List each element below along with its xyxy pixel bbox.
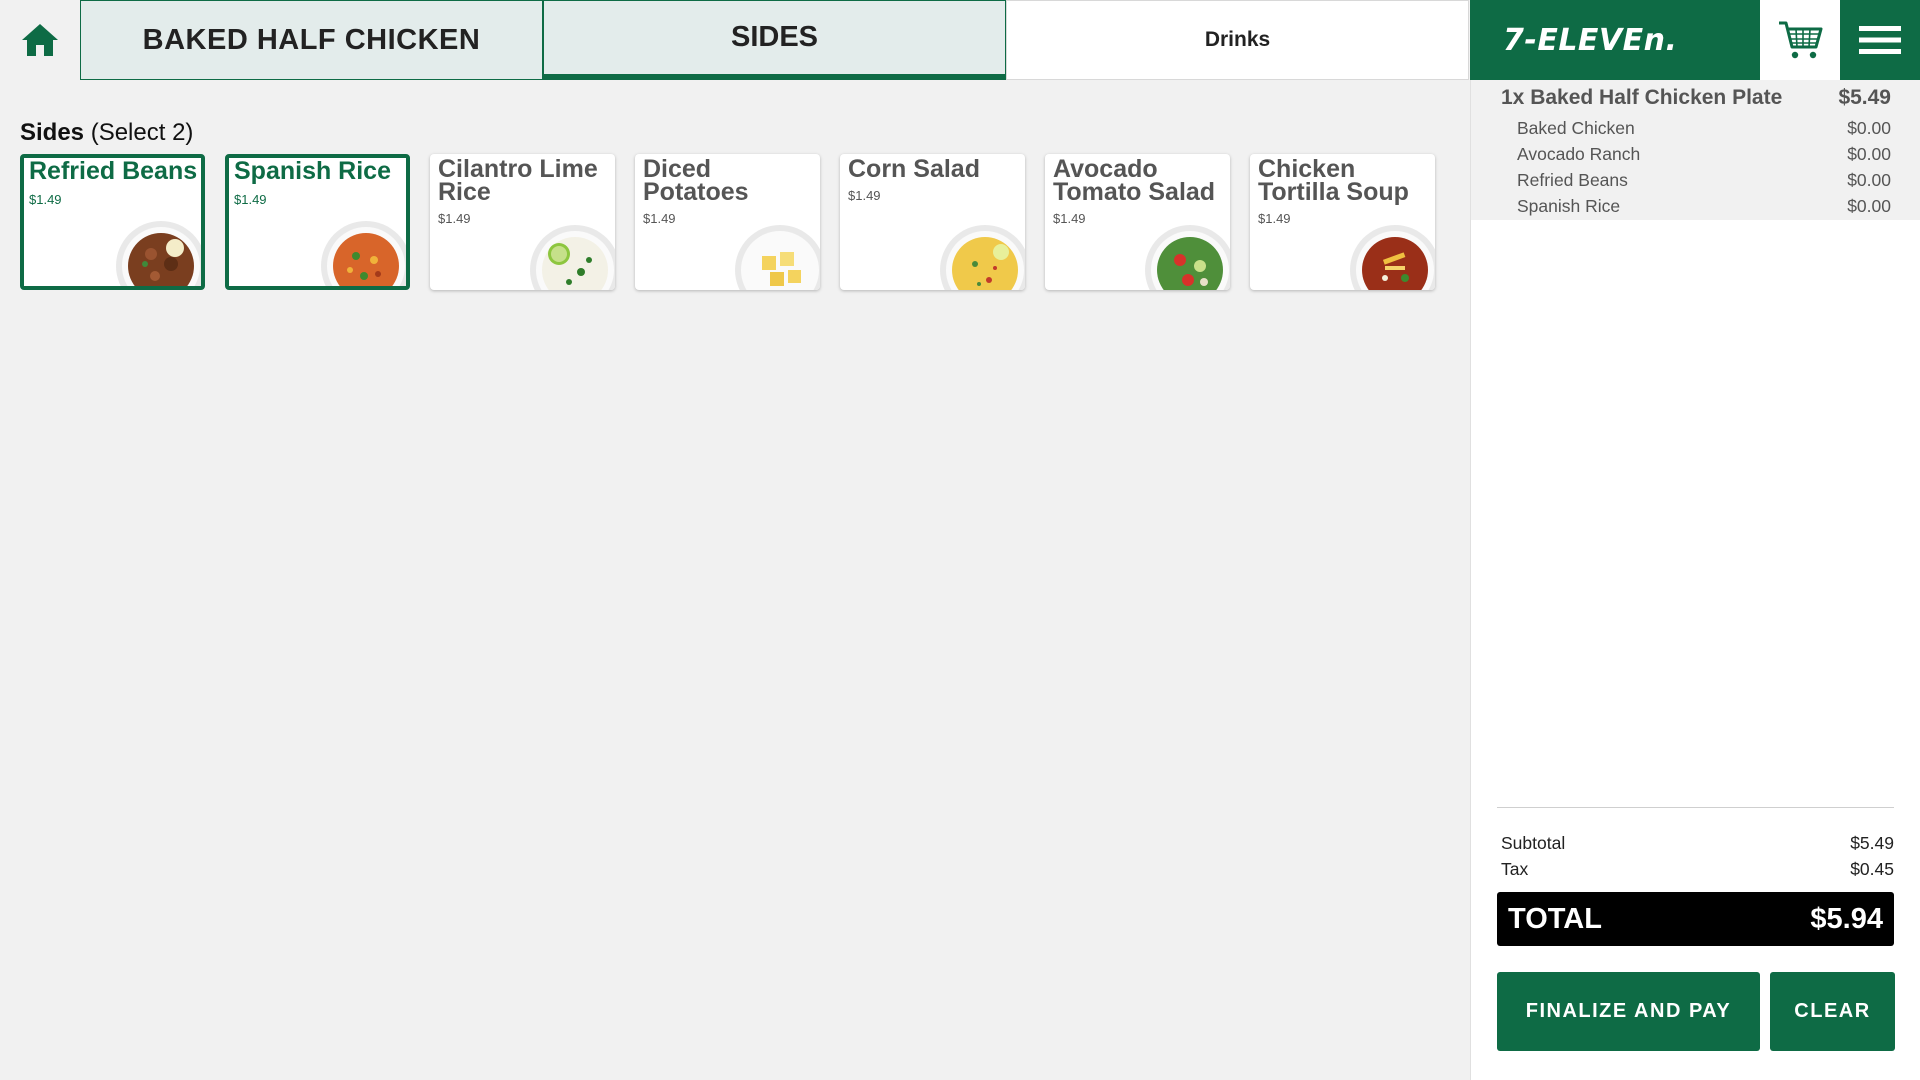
modifier-price: $0.00 bbox=[1847, 118, 1891, 138]
item-card-chicken-tortilla-soup[interactable]: Chicken Tortilla Soup $1.49 bbox=[1250, 154, 1435, 290]
item-name: Spanish Rice bbox=[234, 157, 391, 185]
tab-label: SIDES bbox=[730, 21, 819, 53]
item-price: $1.49 bbox=[643, 211, 676, 226]
home-button[interactable] bbox=[0, 0, 80, 80]
item-price: $1.49 bbox=[848, 188, 881, 203]
modifier-price: $0.00 bbox=[1847, 144, 1891, 164]
total-value: $5.94 bbox=[1810, 902, 1883, 935]
modifier-price: $0.00 bbox=[1847, 196, 1891, 216]
order-modifier: Refried Beans $0.00 bbox=[1501, 170, 1891, 191]
tax-row: Tax $0.45 bbox=[1501, 859, 1894, 880]
item-name: Avocado Tomato Salad bbox=[1053, 155, 1216, 206]
item-price: $1.49 bbox=[29, 192, 62, 207]
item-name: Refried Beans bbox=[29, 157, 198, 185]
modifier-label: Spanish Rice bbox=[1517, 196, 1621, 216]
order-panel: 1x Baked Half Chicken Plate $5.49 Baked … bbox=[1470, 80, 1920, 1080]
subtotal-value: $5.49 bbox=[1850, 833, 1894, 853]
order-item-label: 1x Baked Half Chicken Plate bbox=[1501, 86, 1783, 109]
order-item-main[interactable]: 1x Baked Half Chicken Plate $5.49 bbox=[1501, 86, 1891, 110]
section-hint: (Select 2) bbox=[90, 119, 194, 146]
tab-label: BAKED HALF CHICKEN bbox=[142, 23, 481, 56]
subtotal-label: Subtotal bbox=[1501, 833, 1566, 853]
home-icon bbox=[22, 24, 58, 56]
item-name: Chicken Tortilla Soup bbox=[1258, 155, 1409, 206]
item-price: $1.49 bbox=[438, 211, 471, 226]
clear-label: CLEAR bbox=[1794, 1000, 1871, 1022]
diced-potatoes-image bbox=[735, 225, 820, 290]
modifier-label: Refried Beans bbox=[1517, 170, 1628, 190]
cart-icon bbox=[1779, 21, 1823, 59]
cart-button[interactable] bbox=[1760, 0, 1840, 80]
item-card-avocado-tomato-salad[interactable]: Avocado Tomato Salad $1.49 bbox=[1045, 154, 1230, 290]
order-modifier: Baked Chicken $0.00 bbox=[1501, 118, 1891, 139]
item-name: Cilantro Lime Rice bbox=[438, 155, 598, 206]
spanish-rice-image bbox=[321, 221, 406, 286]
modifier-price: $0.00 bbox=[1847, 170, 1891, 190]
item-card-diced-potatoes[interactable]: Diced Potatoes $1.49 bbox=[635, 154, 820, 290]
subtotal-row: Subtotal $5.49 bbox=[1501, 833, 1894, 854]
tab-baked-half-chicken[interactable]: BAKED HALF CHICKEN bbox=[80, 0, 543, 80]
chicken-tortilla-soup-image bbox=[1350, 225, 1435, 290]
total-bar: TOTAL $5.94 bbox=[1497, 892, 1894, 946]
item-name: Corn Salad bbox=[848, 155, 980, 183]
summary-divider bbox=[1497, 807, 1894, 808]
logo-text: 7-ELEVEn. bbox=[1503, 22, 1678, 58]
cilantro-lime-rice-image bbox=[530, 225, 615, 290]
order-modifier: Avocado Ranch $0.00 bbox=[1501, 144, 1891, 165]
item-card-corn-salad[interactable]: Corn Salad $1.49 bbox=[840, 154, 1025, 290]
tab-sides[interactable]: SIDES bbox=[543, 0, 1006, 80]
finalize-and-pay-button[interactable]: FINALIZE AND PAY bbox=[1497, 972, 1760, 1051]
brand-logo: 7-ELEVEn. bbox=[1470, 0, 1760, 80]
item-card-cilantro-lime-rice[interactable]: Cilantro Lime Rice $1.49 bbox=[430, 154, 615, 290]
corn-salad-image bbox=[940, 225, 1025, 290]
order-items: 1x Baked Half Chicken Plate $5.49 Baked … bbox=[1471, 80, 1920, 220]
item-price: $1.49 bbox=[234, 192, 267, 207]
item-price: $1.49 bbox=[1258, 211, 1291, 226]
tax-label: Tax bbox=[1501, 859, 1529, 879]
finalize-label: FINALIZE AND PAY bbox=[1525, 1000, 1732, 1022]
item-card-spanish-rice[interactable]: Spanish Rice $1.49 bbox=[225, 154, 410, 290]
tab-drinks[interactable]: Drinks bbox=[1006, 0, 1469, 80]
sides-grid: Refried Beans $1.49 Spanish Rice $1.49 C… bbox=[20, 154, 1440, 290]
hamburger-menu-icon bbox=[1859, 26, 1901, 54]
item-name: Diced Potatoes bbox=[643, 155, 749, 206]
tax-value: $0.45 bbox=[1850, 859, 1894, 879]
section-heading: Sides (Select 2) bbox=[20, 119, 193, 147]
modifier-label: Avocado Ranch bbox=[1517, 144, 1641, 164]
order-modifier: Spanish Rice $0.00 bbox=[1501, 196, 1891, 217]
clear-button[interactable]: CLEAR bbox=[1770, 972, 1895, 1051]
avocado-tomato-salad-image bbox=[1145, 225, 1230, 290]
modifier-label: Baked Chicken bbox=[1517, 118, 1635, 138]
menu-button[interactable] bbox=[1840, 0, 1920, 80]
order-item-price: $5.49 bbox=[1838, 86, 1891, 109]
item-price: $1.49 bbox=[1053, 211, 1086, 226]
top-nav: BAKED HALF CHICKEN SIDES Drinks 7-ELEVEn… bbox=[0, 0, 1920, 80]
total-label: TOTAL bbox=[1508, 902, 1602, 935]
tab-label: Drinks bbox=[1204, 28, 1271, 51]
item-card-refried-beans[interactable]: Refried Beans $1.49 bbox=[20, 154, 205, 290]
section-title: Sides bbox=[20, 119, 85, 146]
refried-beans-image bbox=[116, 221, 201, 286]
